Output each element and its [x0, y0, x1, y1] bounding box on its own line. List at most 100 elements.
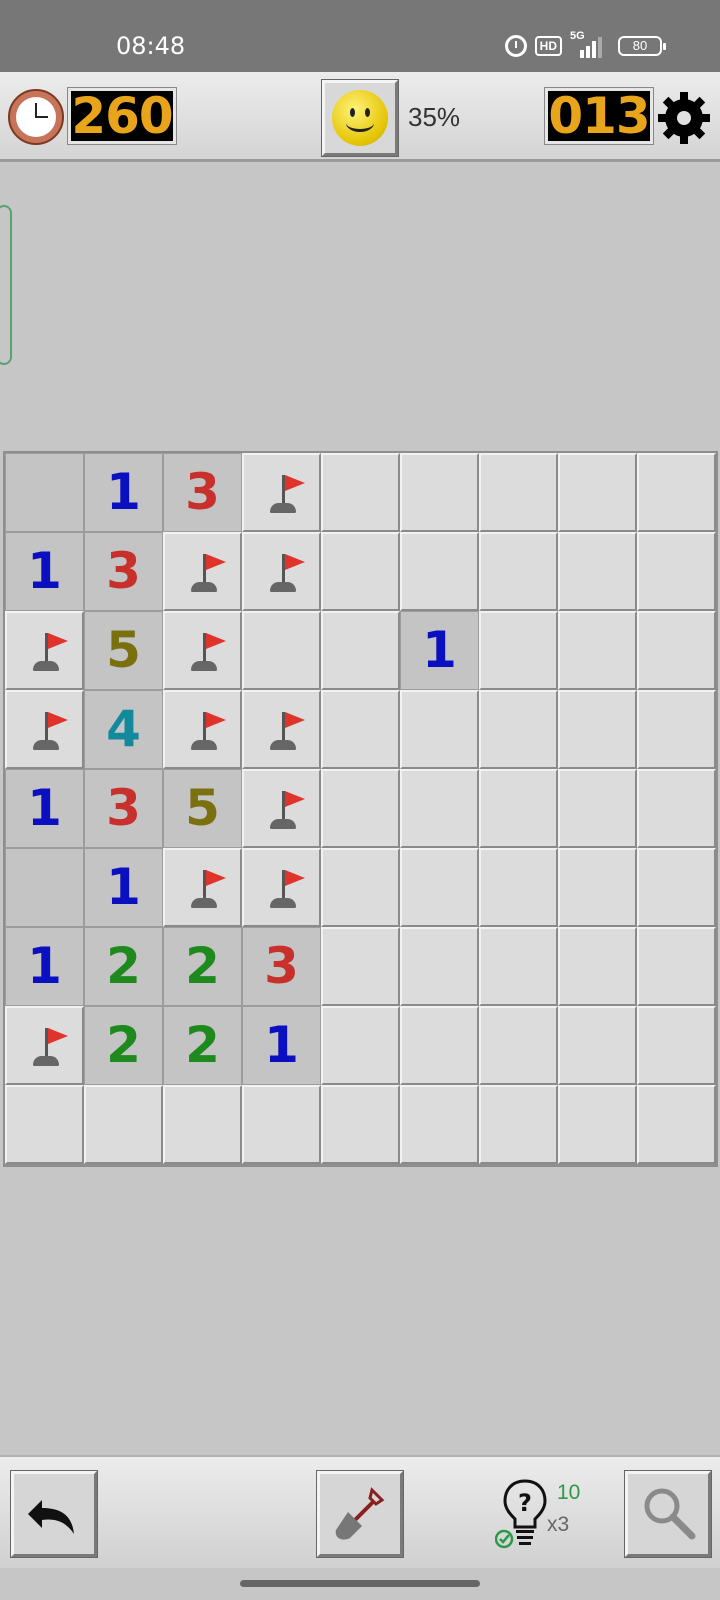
number-cell[interactable]: 3	[163, 453, 242, 532]
flagged-cell[interactable]	[242, 769, 321, 848]
unrevealed-cell[interactable]	[400, 690, 479, 769]
flagged-cell[interactable]	[242, 532, 321, 611]
flagged-cell[interactable]	[5, 690, 84, 769]
unrevealed-cell[interactable]	[321, 611, 400, 690]
unrevealed-cell[interactable]	[637, 1006, 716, 1085]
undo-button[interactable]	[10, 1470, 98, 1558]
number-cell[interactable]: 3	[84, 532, 163, 611]
unrevealed-cell[interactable]	[242, 611, 321, 690]
unrevealed-cell[interactable]	[558, 769, 637, 848]
unrevealed-cell[interactable]	[163, 1085, 242, 1164]
unrevealed-cell[interactable]	[479, 453, 558, 532]
side-drawer-handle[interactable]	[0, 205, 12, 365]
unrevealed-cell[interactable]	[5, 1085, 84, 1164]
unrevealed-cell[interactable]	[637, 611, 716, 690]
unrevealed-cell[interactable]	[637, 769, 716, 848]
unrevealed-cell[interactable]	[637, 848, 716, 927]
cell-number: 5	[106, 621, 141, 679]
smiley-face-icon	[332, 90, 388, 146]
new-game-button[interactable]	[321, 79, 399, 157]
number-cell[interactable]: 3	[242, 927, 321, 1006]
unrevealed-cell[interactable]	[479, 532, 558, 611]
number-cell[interactable]: 3	[84, 769, 163, 848]
unrevealed-cell[interactable]	[637, 532, 716, 611]
unrevealed-cell[interactable]	[321, 927, 400, 1006]
number-cell[interactable]: 1	[5, 532, 84, 611]
empty-cell[interactable]	[5, 848, 84, 927]
unrevealed-cell[interactable]	[637, 453, 716, 532]
flagged-cell[interactable]	[163, 848, 242, 927]
zoom-button[interactable]	[624, 1470, 712, 1558]
unrevealed-cell[interactable]	[558, 690, 637, 769]
unrevealed-cell[interactable]	[558, 532, 637, 611]
unrevealed-cell[interactable]	[558, 611, 637, 690]
unrevealed-cell[interactable]	[479, 1085, 558, 1164]
unrevealed-cell[interactable]	[637, 1085, 716, 1164]
unrevealed-cell[interactable]	[400, 1006, 479, 1085]
status-bar: 08:48 HD 5G 80	[0, 0, 720, 72]
clock-icon	[8, 89, 64, 145]
number-cell[interactable]: 5	[84, 611, 163, 690]
unrevealed-cell[interactable]	[479, 848, 558, 927]
unrevealed-cell[interactable]	[479, 769, 558, 848]
unrevealed-cell[interactable]	[400, 453, 479, 532]
cell-number: 2	[185, 937, 220, 995]
unrevealed-cell[interactable]	[637, 690, 716, 769]
unrevealed-cell[interactable]	[479, 690, 558, 769]
unrevealed-cell[interactable]	[242, 1085, 321, 1164]
unrevealed-cell[interactable]	[321, 769, 400, 848]
unrevealed-cell[interactable]	[321, 532, 400, 611]
empty-cell[interactable]	[5, 453, 84, 532]
number-cell[interactable]: 2	[163, 927, 242, 1006]
unrevealed-cell[interactable]	[479, 1006, 558, 1085]
hint-button[interactable]: ? 10 x3	[494, 1475, 595, 1555]
flagged-cell[interactable]	[163, 532, 242, 611]
number-cell[interactable]: 5	[163, 769, 242, 848]
unrevealed-cell[interactable]	[321, 848, 400, 927]
gear-icon[interactable]	[656, 90, 712, 146]
home-indicator[interactable]	[240, 1580, 480, 1587]
flagged-cell[interactable]	[163, 611, 242, 690]
unrevealed-cell[interactable]	[321, 690, 400, 769]
number-cell[interactable]: 1	[84, 848, 163, 927]
number-cell[interactable]: 1	[242, 1006, 321, 1085]
flagged-cell[interactable]	[5, 1006, 84, 1085]
number-cell[interactable]: 1	[5, 769, 84, 848]
unrevealed-cell[interactable]	[558, 453, 637, 532]
flag-icon	[187, 710, 227, 752]
unrevealed-cell[interactable]	[321, 1085, 400, 1164]
cell-number: 3	[185, 463, 220, 521]
unrevealed-cell[interactable]	[479, 927, 558, 1006]
cell-number: 1	[422, 621, 457, 679]
flagged-cell[interactable]	[242, 690, 321, 769]
number-cell[interactable]: 1	[400, 611, 479, 690]
cell-number: 1	[106, 463, 141, 521]
number-cell[interactable]: 2	[163, 1006, 242, 1085]
flagged-cell[interactable]	[242, 848, 321, 927]
unrevealed-cell[interactable]	[400, 769, 479, 848]
unrevealed-cell[interactable]	[400, 848, 479, 927]
unrevealed-cell[interactable]	[479, 611, 558, 690]
lightbulb-hint-icon: ?	[494, 1479, 547, 1549]
flagged-cell[interactable]	[5, 611, 84, 690]
unrevealed-cell[interactable]	[84, 1085, 163, 1164]
flagged-cell[interactable]	[242, 453, 321, 532]
number-cell[interactable]: 2	[84, 927, 163, 1006]
unrevealed-cell[interactable]	[321, 1006, 400, 1085]
unrevealed-cell[interactable]	[558, 1085, 637, 1164]
unrevealed-cell[interactable]	[400, 1085, 479, 1164]
number-cell[interactable]: 1	[5, 927, 84, 1006]
unrevealed-cell[interactable]	[400, 532, 479, 611]
number-cell[interactable]: 4	[84, 690, 163, 769]
number-cell[interactable]: 2	[84, 1006, 163, 1085]
unrevealed-cell[interactable]	[321, 453, 400, 532]
number-cell[interactable]: 1	[84, 453, 163, 532]
unrevealed-cell[interactable]	[400, 927, 479, 1006]
unrevealed-cell[interactable]	[637, 927, 716, 1006]
dig-mode-button[interactable]	[316, 1470, 404, 1558]
flagged-cell[interactable]	[163, 690, 242, 769]
unrevealed-cell[interactable]	[558, 848, 637, 927]
unrevealed-cell[interactable]	[558, 1006, 637, 1085]
unrevealed-cell[interactable]	[558, 927, 637, 1006]
game-header: 260 35% 013	[0, 72, 720, 162]
